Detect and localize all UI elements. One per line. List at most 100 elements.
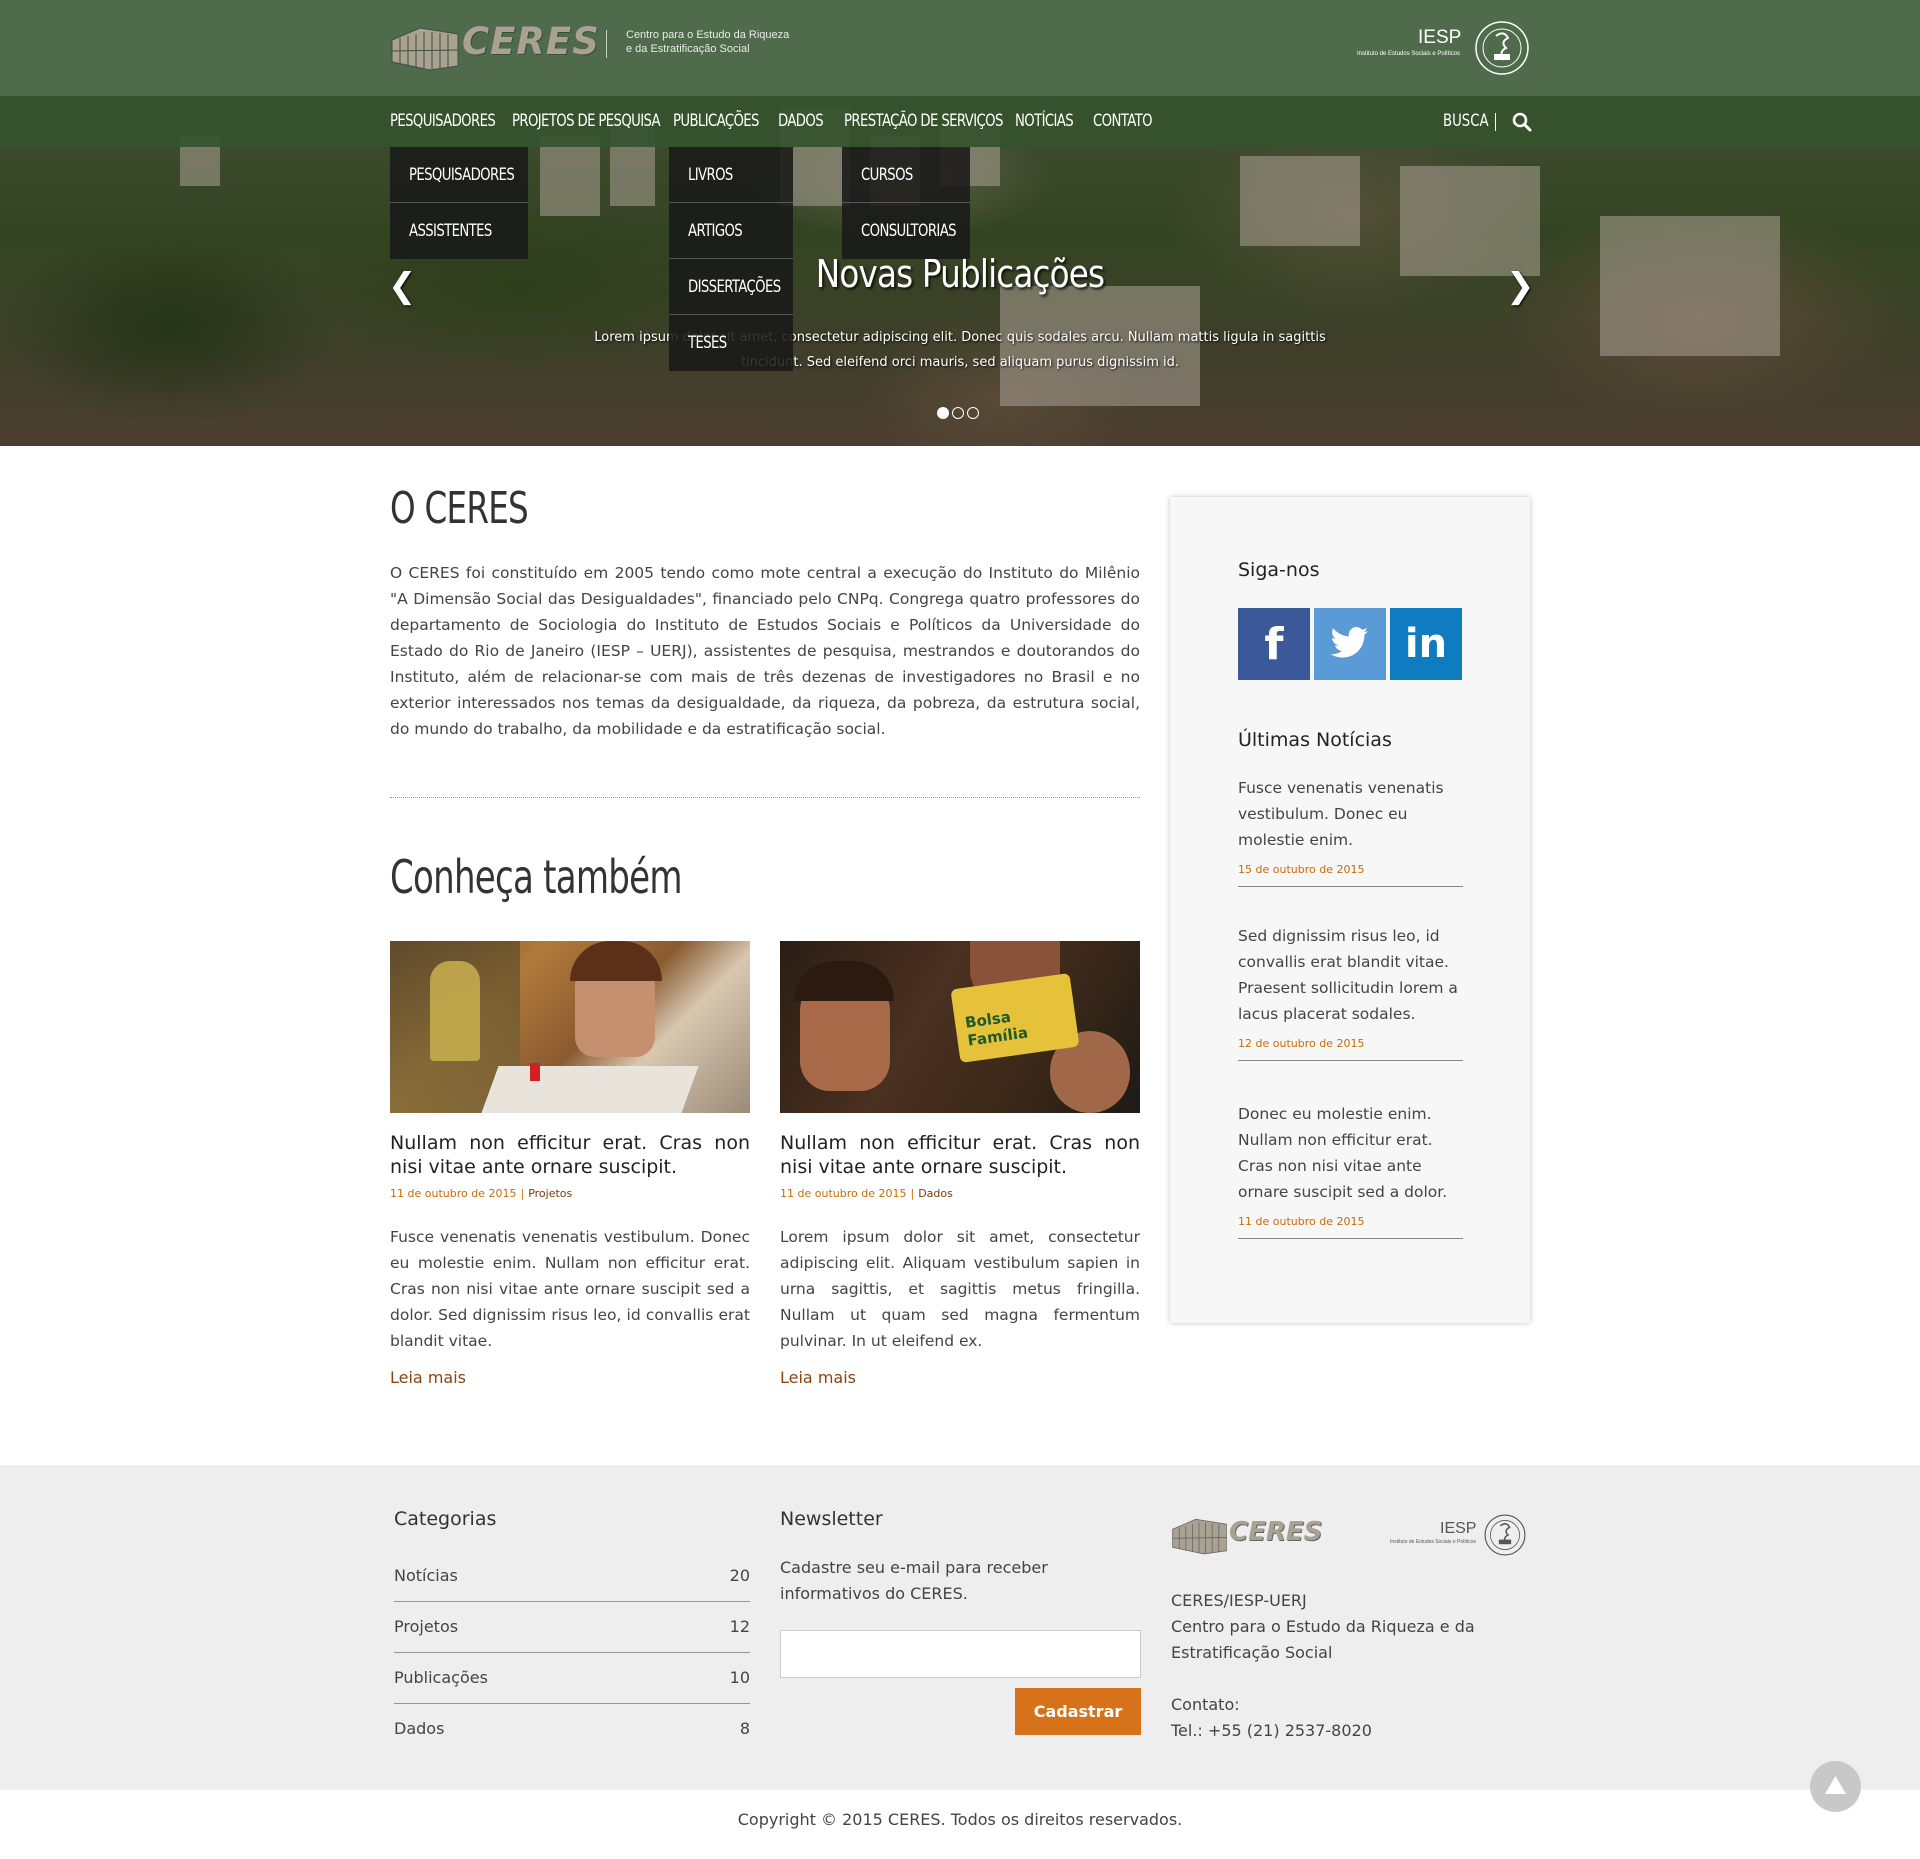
dropdown-servicos: CURSOS CONSULTORIAS [842, 147, 970, 259]
dropdown-publicacoes: LIVROS ARTIGOS DISSERTAÇÕES TESES [669, 147, 793, 371]
nav-contato[interactable]: CONTATO [1093, 96, 1153, 147]
category-row[interactable]: Notícias 20 [394, 1551, 750, 1602]
news-item[interactable]: Donec eu molestie enim. Nullam non effic… [1238, 1101, 1463, 1239]
nav-pesquisadores[interactable]: PESQUISADORES [390, 96, 496, 147]
footer-ceres-logo-icon[interactable] [1171, 1513, 1227, 1557]
news-date: 12 de outubro de 2015 [1238, 1037, 1365, 1050]
twitter-icon[interactable] [1314, 608, 1386, 680]
footer-info: CERES/IESP-UERJ Centro para o Estudo da … [1171, 1588, 1501, 1744]
search-icon[interactable] [1512, 112, 1532, 132]
section-divider [390, 797, 1140, 798]
dropdown-item[interactable]: ARTIGOS [669, 203, 793, 259]
dropdown-item[interactable]: CONSULTORIAS [842, 203, 970, 259]
read-more-link[interactable]: Leia mais [390, 1368, 466, 1387]
category-count: 12 [729, 1617, 750, 1636]
newsletter-email-input[interactable] [780, 1630, 1141, 1678]
card-image-text: Bolsa Família [963, 1007, 1030, 1050]
social-links: f in [1238, 608, 1462, 680]
nav-projetos[interactable]: PROJETOS DE PESQUISA [512, 96, 661, 147]
footer-contact-label: Contato: [1171, 1695, 1240, 1714]
slider-next-icon[interactable]: ❯ [1506, 268, 1535, 304]
dropdown-item[interactable]: CURSOS [842, 147, 970, 203]
slider-dot-1[interactable] [937, 407, 949, 419]
slider-dot-2[interactable] [952, 407, 964, 419]
card-text: Fusce venenatis venenatis vestibulum. Do… [390, 1228, 750, 1350]
news-text[interactable]: Fusce venenatis venenatis vestibulum. Do… [1238, 775, 1463, 853]
card-text: Lorem ipsum dolor sit amet, consectetur … [780, 1228, 1140, 1350]
follow-title: Siga-nos [1238, 559, 1320, 581]
nav-servicos[interactable]: PRESTAÇÃO DE SERVIÇOS [844, 96, 1003, 147]
card-image[interactable]: Bolsa Família [780, 941, 1140, 1113]
category-row[interactable]: Dados 8 [394, 1704, 750, 1755]
news-date: 15 de outubro de 2015 [1238, 863, 1365, 876]
news-text[interactable]: Donec eu molestie enim. Nullam non effic… [1238, 1101, 1463, 1205]
category-label[interactable]: Dados [394, 1719, 444, 1738]
scroll-to-top-button[interactable] [1810, 1761, 1861, 1812]
dropdown-item[interactable]: DISSERTAÇÕES [669, 259, 793, 315]
facebook-icon[interactable]: f [1238, 608, 1310, 680]
category-row[interactable]: Publicações 10 [394, 1653, 750, 1704]
footer-org-description: Centro para o Estudo da Riqueza e da Est… [1171, 1617, 1475, 1662]
tagline-line-1: Centro para o Estudo da Riqueza [626, 29, 790, 41]
category-label[interactable]: Publicações [394, 1668, 488, 1687]
brand-tagline: Centro para o Estudo da Riqueza e da Est… [626, 28, 826, 56]
dropdown-item[interactable]: ASSISTENTES [390, 203, 528, 259]
slider-prev-icon[interactable]: ❮ [388, 268, 417, 304]
card-category[interactable]: Dados [918, 1187, 953, 1200]
news-title: Últimas Notícias [1238, 729, 1392, 751]
about-title: O CERES [390, 483, 529, 534]
arrow-up-icon [1825, 1776, 1846, 1794]
news-item[interactable]: Fusce venenatis venenatis vestibulum. Do… [1238, 775, 1463, 887]
slider-dots [937, 407, 979, 419]
nav-dados[interactable]: DADOS [778, 96, 824, 147]
nav-noticias[interactable]: NOTÍCIAS [1015, 96, 1074, 147]
card-title[interactable]: Nullam non efficitur erat. Cras non nisi… [390, 1131, 750, 1179]
about-text: O CERES foi constituído em 2005 tendo co… [390, 564, 1140, 738]
dropdown-item[interactable]: PESQUISADORES [390, 147, 528, 203]
main-nav: PESQUISADORES PROJETOS DE PESQUISA PUBLI… [0, 96, 1920, 147]
partner-name[interactable]: IESP [1418, 27, 1461, 49]
tagline-line-2: e da Estratificação Social [626, 43, 750, 55]
uerj-seal-icon[interactable] [1474, 18, 1530, 78]
card-meta: 11 de outubro de 2015 | Dados [780, 1187, 953, 1200]
site-footer [0, 1465, 1920, 1790]
newsletter-title: Newsletter [780, 1508, 883, 1530]
category-count: 20 [729, 1566, 750, 1585]
footer-partner-name[interactable]: IESP [1440, 1520, 1476, 1538]
newsletter-submit-button[interactable]: Cadastrar [1015, 1688, 1141, 1735]
search-label[interactable]: BUSCA [1443, 96, 1489, 147]
sidebar: Siga-nos f in Últimas Notícias Fusce ven… [1170, 497, 1530, 1323]
card-image[interactable] [390, 941, 750, 1113]
card-title[interactable]: Nullam non efficitur erat. Cras non nisi… [780, 1131, 1140, 1179]
brand-name[interactable]: CERES [462, 20, 600, 63]
category-label[interactable]: Notícias [394, 1566, 458, 1585]
nav-publicacoes[interactable]: PUBLICAÇÕES [673, 96, 759, 147]
slider-dot-3[interactable] [967, 407, 979, 419]
related-card: Nullam non efficitur erat. Cras non nisi… [390, 941, 750, 1387]
related-title: Conheça também [390, 850, 683, 904]
footer-phone: Tel.: +55 (21) 2537-8020 [1171, 1721, 1372, 1740]
dropdown-item[interactable]: TESES [669, 315, 793, 371]
news-item[interactable]: Sed dignissim risus leo, id convallis er… [1238, 923, 1463, 1061]
dropdown-item[interactable]: LIVROS [669, 147, 793, 203]
footer-partner-subtitle: Instituto de Estudos Sociais e Políticos [1390, 1539, 1476, 1545]
category-label[interactable]: Projetos [394, 1617, 458, 1636]
footer-brand-name[interactable]: CERES [1229, 1517, 1322, 1547]
site-header: CERES Centro para o Estudo da Riqueza e … [0, 0, 1920, 96]
card-date: 11 de outubro de 2015 [780, 1187, 907, 1200]
footer-uerj-seal-icon[interactable] [1483, 1512, 1527, 1558]
newsletter-text: Cadastre seu e-mail para receber informa… [780, 1558, 1048, 1603]
read-more-link[interactable]: Leia mais [780, 1368, 856, 1387]
category-count: 10 [729, 1668, 750, 1687]
related-card: Bolsa Família Nullam non efficitur erat.… [780, 941, 1140, 1387]
category-row[interactable]: Projetos 12 [394, 1602, 750, 1653]
footer-org-name: CERES/IESP-UERJ [1171, 1591, 1307, 1610]
partner-subtitle: Instituto de Estudos Sociais e Políticos [1357, 51, 1461, 57]
news-date: 11 de outubro de 2015 [1238, 1215, 1365, 1228]
linkedin-icon[interactable]: in [1390, 608, 1462, 680]
category-count: 8 [739, 1719, 750, 1738]
copyright: Copyright © 2015 CERES. Todos os direito… [737, 1810, 1183, 1829]
news-text[interactable]: Sed dignissim risus leo, id convallis er… [1238, 923, 1463, 1027]
search-divider [1495, 113, 1496, 131]
card-category[interactable]: Projetos [528, 1187, 572, 1200]
